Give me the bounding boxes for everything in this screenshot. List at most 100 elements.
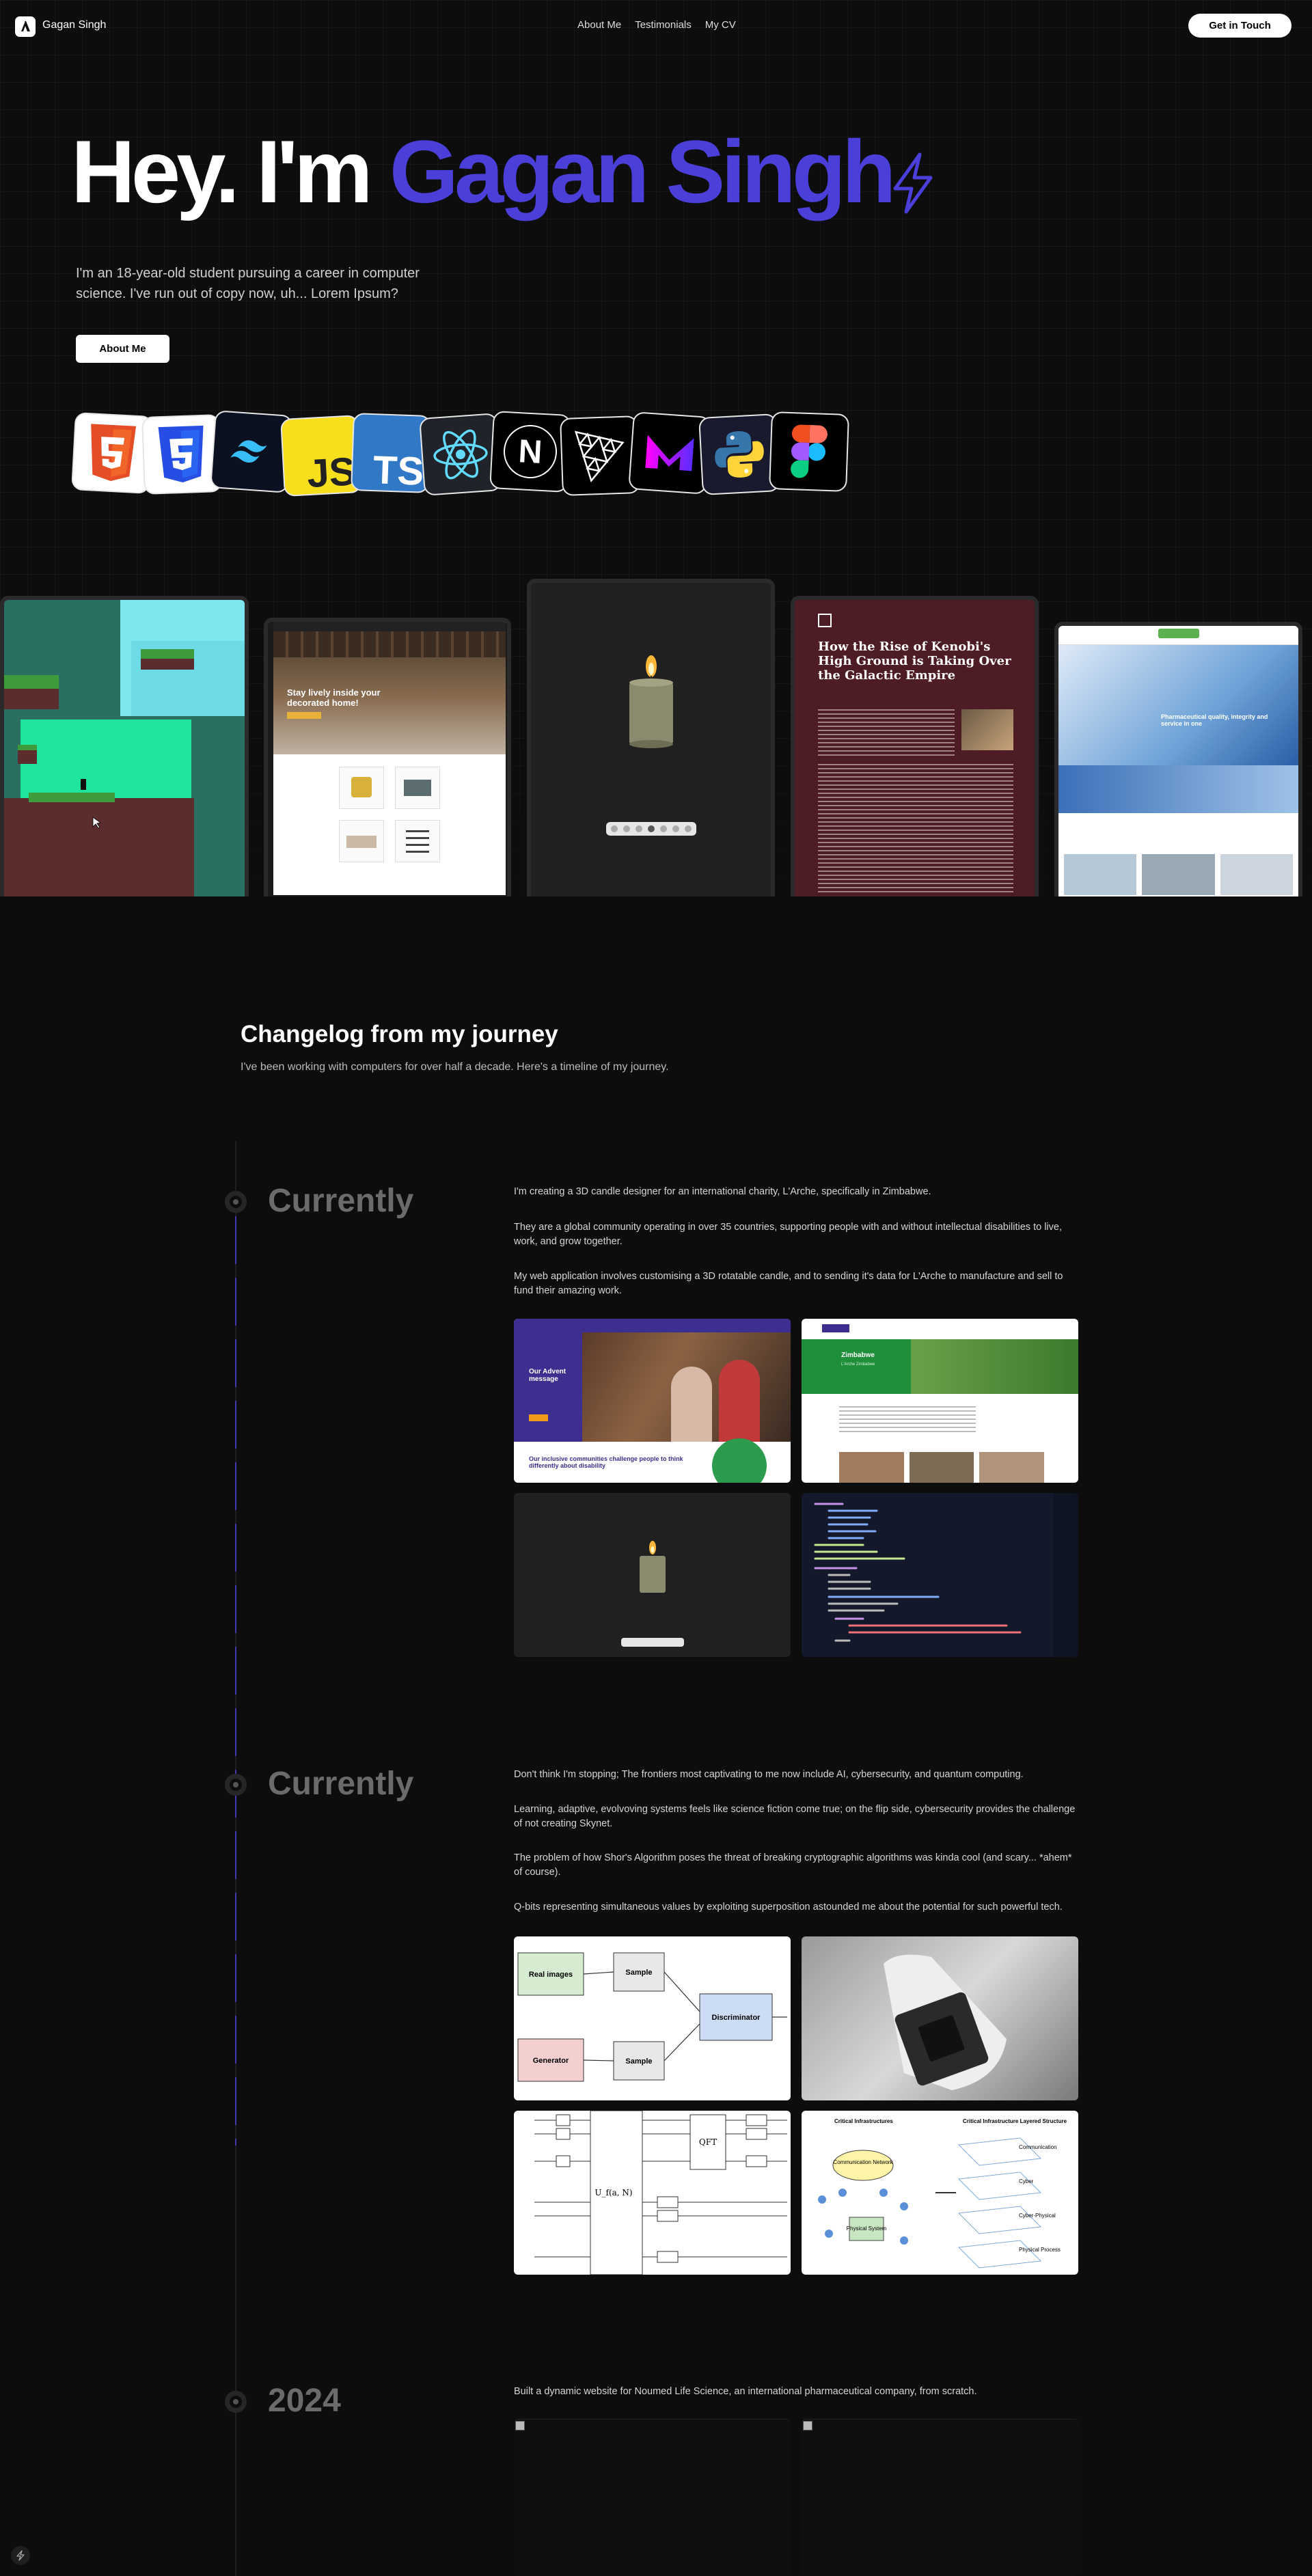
about-me-button[interactable]: About Me — [76, 335, 169, 363]
platformer-scene — [4, 600, 245, 896]
uf-gate-label: U_f(a, N) — [594, 2188, 632, 2197]
larche-sidebar: Our Advent message — [514, 1332, 582, 1442]
entry-paragraph: The problem of how Shor's Algorithm pose… — [514, 1852, 1072, 1878]
nav-link-testimonials[interactable]: Testimonials — [635, 19, 692, 31]
larche-advent-screenshot[interactable]: Our Advent message Our inclusive communi… — [514, 1319, 791, 1483]
framer-motion-icon — [628, 411, 711, 495]
noumed-band — [1058, 765, 1298, 813]
noumed-hero-caption: Pharmaceutical quality, integrity and se… — [1161, 713, 1268, 727]
article-image — [961, 709, 1013, 750]
entry-paragraph: Built a dynamic website for Noumed Life … — [514, 2386, 977, 2397]
infra-phys-label: Physical System — [847, 2225, 887, 2232]
ceiling-beams — [273, 631, 506, 657]
infra-layer-label: Cyber-Physical — [1019, 2212, 1056, 2219]
threejs-icon — [560, 415, 640, 496]
furniture-hero-image: Stay lively inside your decorated home! — [273, 631, 506, 754]
candle-designer-screenshot[interactable] — [514, 1493, 791, 1657]
furniture-hero-text: Stay lively inside your decorated home! — [287, 687, 381, 708]
broken-image-icon — [515, 2421, 525, 2430]
gan-real-images-label: Real images — [529, 1971, 573, 1979]
js-label: JS — [305, 449, 357, 497]
gan-diagram[interactable]: Real images Sample Generator Sample Disc… — [514, 1936, 791, 2100]
entry-label: 2024 — [268, 2383, 341, 2419]
hero-title: Hey. I'm Gagan Singh — [71, 120, 897, 223]
code-editor-screenshot[interactable] — [802, 1493, 1078, 1657]
entry-paragraph: Q-bits representing simultaneous values … — [514, 1902, 1063, 1913]
infra-layer-label: Cyber — [1019, 2178, 1034, 2184]
article-title: How the Rise of Kenobi's High Ground is … — [818, 640, 1011, 683]
entry-paragraph: Learning, adaptive, evolvoving systems f… — [514, 1804, 1076, 1829]
advent-button — [529, 1414, 548, 1421]
quantum-chip-photo[interactable] — [802, 1936, 1078, 2100]
showcase-candle-designer[interactable] — [527, 579, 775, 896]
timeline-progress — [235, 1216, 236, 2146]
entry-label: Currently — [268, 1766, 414, 1802]
furniture-hero-button — [287, 712, 321, 719]
noumed-section — [1058, 813, 1298, 854]
changelog-subtitle: I've been working with computers for ove… — [241, 1061, 669, 1073]
lightning-bolt-button[interactable] — [11, 2546, 30, 2565]
gan-generator-label: Generator — [533, 2057, 569, 2065]
zimbabwe-photo — [911, 1339, 1078, 1394]
zimbabwe-title: Zimbabwe — [841, 1352, 875, 1359]
next-label: N — [517, 433, 543, 471]
furniture-header — [273, 622, 506, 631]
infra-right-title: Critical Infrastructure Layered Structur… — [963, 2118, 1067, 2124]
nextjs-icon: N — [489, 411, 571, 493]
gan-sample-label: Sample — [625, 1969, 652, 1977]
showcase-furniture-site[interactable]: Stay lively inside your decorated home! — [264, 618, 511, 896]
noumed-image-placeholder[interactable] — [514, 2419, 791, 2576]
product-chair — [339, 767, 384, 809]
zimbabwe-subtitle: L'Arche Zimbabwe — [841, 1362, 875, 1367]
entry-label: Currently — [268, 1183, 414, 1219]
timeline-dot — [225, 1774, 247, 1796]
timeline-dot — [225, 1191, 247, 1213]
nav-link-my-cv[interactable]: My CV — [705, 19, 736, 31]
python-icon — [698, 413, 780, 495]
hero-subtitle: I'm an 18-year-old student pursuing a ca… — [76, 266, 420, 301]
entry-paragraph: They are a global community operating in… — [514, 1222, 1062, 1247]
react-icon — [419, 413, 502, 496]
hero-title-prefix: Hey. I'm — [71, 122, 373, 221]
advent-title: Our Advent message — [529, 1368, 566, 1383]
showcase-platformer-game[interactable] — [0, 596, 249, 896]
nav-link-about-me[interactable]: About Me — [577, 19, 621, 31]
infra-left-title: Critical Infrastructures — [834, 2118, 893, 2124]
logo-icon[interactable] — [15, 16, 36, 37]
typescript-icon: TS — [351, 413, 431, 493]
bolt-icon — [16, 2550, 25, 2561]
top-nav: Gagan Singh About Me Testimonials My CV … — [0, 0, 1312, 52]
larche-zimbabwe-screenshot[interactable]: Zimbabwe L'Arche Zimbabwe — [802, 1319, 1078, 1483]
quantum-circuit-diagram[interactable]: U_f(a, N) QFT — [514, 2111, 791, 2275]
figma-icon — [769, 411, 849, 492]
article-text-block — [818, 709, 955, 757]
entry-paragraph: Don't think I'm stopping; The frontiers … — [514, 1769, 1024, 1780]
zimbabwe-text — [839, 1406, 976, 1434]
showcase-noumed-site[interactable]: Pharmaceutical quality, integrity and se… — [1054, 622, 1302, 896]
article-logo-icon — [818, 614, 832, 627]
hero-title-name: Gagan Singh — [389, 122, 897, 221]
changelog-title: Changelog from my journey — [241, 1021, 558, 1047]
ts-label: TS — [372, 448, 425, 493]
lightning-bolt-icon — [893, 152, 933, 214]
critical-infrastructure-diagram[interactable]: Critical Infrastructures Critical Infras… — [802, 2111, 1078, 2275]
advent-photo — [582, 1332, 791, 1442]
brand-name[interactable]: Gagan Singh — [42, 19, 106, 31]
gan-sample-label: Sample — [625, 2057, 652, 2066]
community-heading: Our inclusive communities challenge peop… — [529, 1455, 683, 1469]
nav-links: About Me Testimonials My CV — [577, 19, 736, 31]
infra-comm-label: Communication Network — [833, 2159, 893, 2165]
qft-gate-label: QFT — [699, 2137, 717, 2147]
entry-paragraph: My web application involves customising … — [514, 1271, 1063, 1296]
noumed-image-placeholder[interactable] — [802, 2419, 1078, 2576]
get-in-touch-button[interactable]: Get in Touch — [1188, 14, 1292, 38]
product-bed — [339, 820, 384, 862]
zimbabwe-gallery — [839, 1452, 1045, 1483]
noumed-hero-image: Pharmaceutical quality, integrity and se… — [1058, 645, 1298, 765]
css3-icon — [141, 414, 222, 495]
broken-image-icon — [803, 2421, 812, 2430]
entry-paragraph: I'm creating a 3D candle designer for an… — [514, 1186, 931, 1197]
product-shelf — [395, 820, 440, 862]
tailwind-icon — [210, 410, 293, 493]
showcase-article-site[interactable]: How the Rise of Kenobi's High Ground is … — [791, 596, 1039, 896]
